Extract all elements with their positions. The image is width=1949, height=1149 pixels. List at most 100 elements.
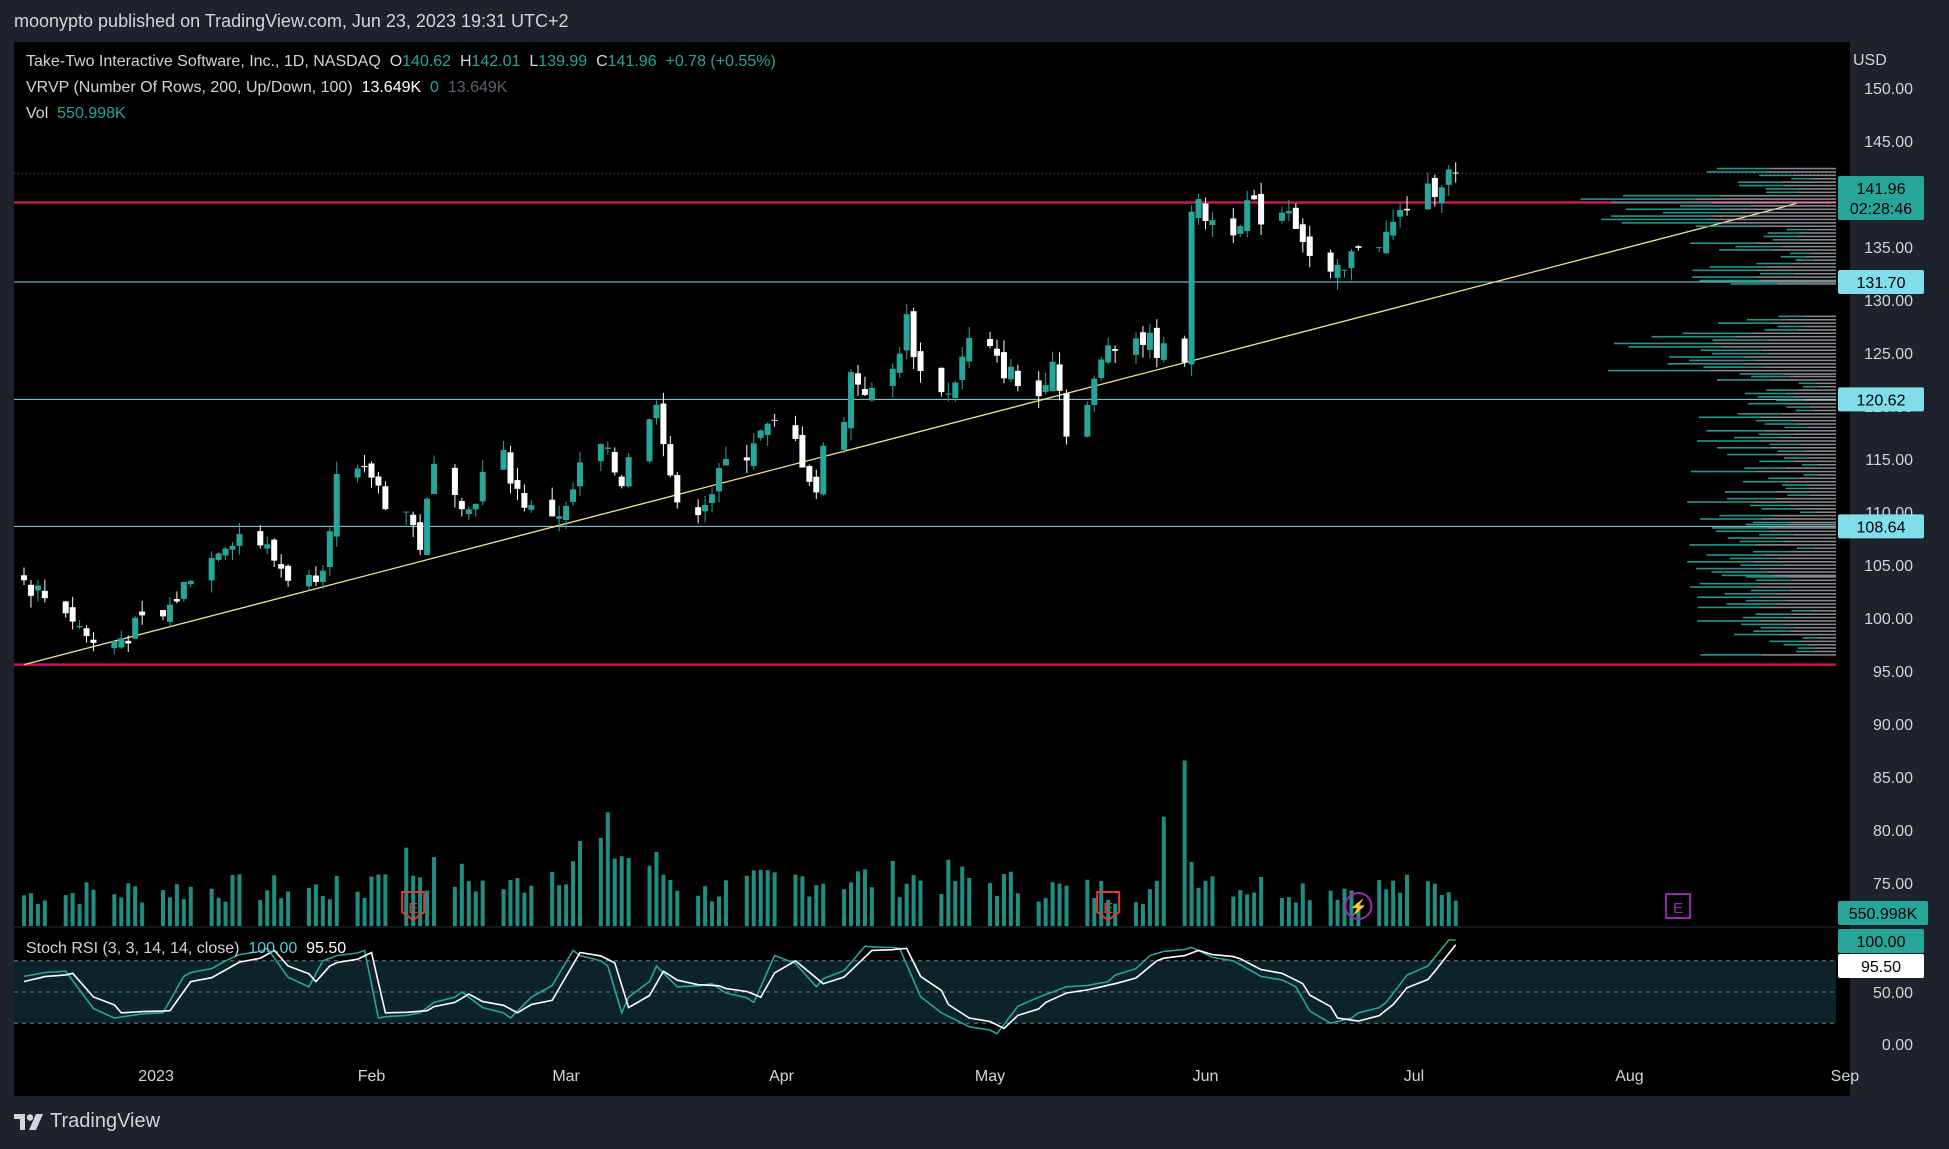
volume-bar xyxy=(1147,889,1152,926)
volume-profile-row xyxy=(1780,245,1836,248)
stoch-k-value: 100.00 xyxy=(248,940,298,957)
candle-body xyxy=(1244,200,1251,232)
tradingview-logo[interactable]: TradingView xyxy=(14,1110,160,1133)
volume-profile-row xyxy=(1761,508,1796,510)
vrvp-label[interactable]: VRVP (Number Of Rows, 200, Up/Down, 100) xyxy=(26,79,353,96)
candle-body xyxy=(229,546,236,550)
candle xyxy=(646,418,653,464)
volume-profile-row xyxy=(1759,620,1836,622)
volume-bar xyxy=(647,865,652,926)
volume-profile-row xyxy=(1651,335,1735,338)
volume-profile-row xyxy=(1781,413,1836,415)
level-badge-131: 131.70 xyxy=(1838,269,1924,294)
candle-body xyxy=(431,463,438,495)
candle-body xyxy=(841,421,848,450)
volume-profile-row xyxy=(1764,423,1797,425)
candle-body xyxy=(722,459,729,466)
volume-profile-row xyxy=(1761,518,1836,520)
candle-body xyxy=(757,430,764,438)
volume-profile-row xyxy=(1807,426,1836,429)
candle-body xyxy=(646,419,653,462)
candle-body xyxy=(514,480,521,489)
volume-profile-row xyxy=(1716,167,1771,170)
volume-bar xyxy=(1439,894,1444,926)
volume-bar xyxy=(1210,876,1215,926)
volume-profile-row xyxy=(1744,356,1836,358)
candle xyxy=(1188,205,1195,376)
low-label: L xyxy=(529,53,539,70)
volume-bar xyxy=(1161,816,1166,926)
volume-profile-row xyxy=(1769,443,1800,446)
price-tick-label: 145.00 xyxy=(1864,134,1913,151)
volume-profile-row xyxy=(1755,613,1792,615)
candle-body xyxy=(257,531,264,546)
volume-profile-row xyxy=(1814,650,1836,653)
price-tick-label: 115.00 xyxy=(1865,452,1913,469)
volume-profile-row xyxy=(1750,589,1790,592)
volume-profile-row xyxy=(1752,521,1791,524)
price-tick-label: 85.00 xyxy=(1873,770,1913,787)
candle-body xyxy=(1133,338,1139,355)
volume-bar xyxy=(598,837,603,926)
candle-body xyxy=(618,476,625,487)
volume-profile-row xyxy=(1817,385,1836,388)
volume-profile-row xyxy=(1796,329,1836,331)
candle-body xyxy=(952,382,959,398)
candle-body xyxy=(1105,345,1112,363)
candle-body xyxy=(771,419,778,421)
volume-bar xyxy=(306,887,311,926)
candle-body xyxy=(333,474,340,537)
chart-canvas[interactable]: 2023 Feb Mar Apr May Jun Jul Aug Sep 150.00 145.00… xyxy=(0,0,1949,1096)
volume-bar xyxy=(772,872,777,926)
candle-body xyxy=(319,570,326,582)
vol-label[interactable]: Vol xyxy=(26,105,48,122)
volume-bar xyxy=(272,875,277,926)
volume-badge: 550.998K xyxy=(1838,901,1928,925)
volume-bar xyxy=(1043,898,1048,926)
volume-bar xyxy=(1085,879,1090,926)
candle-body xyxy=(1438,187,1445,204)
candle-body xyxy=(1188,211,1195,365)
candle-body xyxy=(1285,210,1292,214)
candle-body xyxy=(368,463,375,478)
currency-label[interactable]: USD xyxy=(1853,52,1887,70)
volume-bar xyxy=(133,886,138,926)
volume-bar xyxy=(890,860,895,926)
volume-profile-row xyxy=(1771,514,1836,517)
candle-body xyxy=(938,367,945,393)
volume-profile-row xyxy=(1706,554,1765,556)
volume-profile-row xyxy=(1734,335,1836,338)
candle-body xyxy=(813,476,820,493)
volume-profile-row xyxy=(1760,626,1795,629)
candle-body xyxy=(180,581,187,599)
stoch-label[interactable]: Stoch RSI (3, 3, 14, 14, close) xyxy=(26,940,239,957)
volume-profile-row xyxy=(1697,596,1760,599)
volume-bar xyxy=(668,880,673,926)
volume-profile-row xyxy=(1798,477,1836,480)
volume-profile-row xyxy=(1580,198,1696,200)
volume-bar xyxy=(814,885,819,926)
volume-profile-row xyxy=(1753,550,1791,553)
volume-bar xyxy=(161,890,165,926)
volume-profile-row xyxy=(1692,276,1757,278)
volume-profile-row xyxy=(1625,208,1721,211)
volume-bar xyxy=(459,863,464,926)
candle xyxy=(1098,356,1105,382)
candle-body xyxy=(1112,349,1119,351)
volume-profile-row xyxy=(1613,342,1714,345)
volume-profile-row xyxy=(1817,463,1836,466)
volume-profile-row xyxy=(1783,623,1836,626)
candle-body xyxy=(472,503,479,510)
volume-profile-row xyxy=(1754,561,1836,563)
volume-profile-row xyxy=(1759,460,1794,463)
volume-bar xyxy=(578,840,582,926)
candle-body xyxy=(750,443,757,467)
candle-body xyxy=(563,505,570,520)
candle-body xyxy=(1278,212,1285,221)
candle-body xyxy=(208,558,215,581)
candle xyxy=(841,416,848,454)
symbol-name[interactable]: Take-Two Interactive Software, Inc., 1D,… xyxy=(26,53,381,70)
volume-bar xyxy=(181,899,186,926)
volume-profile-row xyxy=(1769,640,1800,643)
volume-bar xyxy=(230,874,235,926)
